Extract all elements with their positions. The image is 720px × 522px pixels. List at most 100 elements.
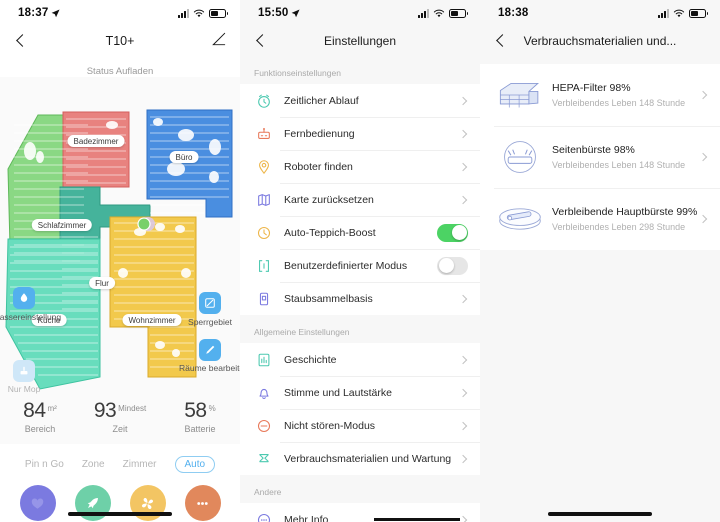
settings-row-mehr-info[interactable]: Mehr Info — [240, 503, 480, 522]
back-button[interactable] — [494, 34, 508, 48]
chart-history-icon — [254, 350, 274, 370]
bell-icon — [254, 383, 274, 403]
room-label[interactable]: Wohnzimmer — [122, 314, 182, 326]
charge-home-icon — [19, 485, 56, 521]
stat-unit: Mindest — [118, 403, 147, 413]
consumables-icon — [254, 449, 274, 469]
settings-row-roboter-finden[interactable]: Roboter finden — [240, 150, 480, 183]
stat-area: 84 m² Bereich — [0, 399, 80, 434]
settings-list-general: Geschichte Stimme und Lautstärke Nicht s… — [240, 343, 480, 475]
do-not-disturb-icon — [254, 416, 274, 436]
settings-row-label: Stimme und Lautstärke — [284, 386, 392, 399]
room-label[interactable]: Flur — [89, 277, 115, 289]
consumable-row-main-brush[interactable]: Verbleibende Hauptbürste 99% Verbleibend… — [480, 188, 720, 250]
status-bar-time-group: 18:38 — [498, 7, 528, 19]
cellular-bars-icon — [178, 8, 189, 18]
settings-list-function: Zeitlicher Ablauf Fernbedienung Roboter … — [240, 84, 480, 315]
stat-label: Bereich — [24, 424, 56, 434]
stat-unit: m² — [47, 403, 57, 413]
settings-row-label: Mehr Info — [284, 513, 329, 522]
settings-row-auto-teppich-boost[interactable]: Auto-Teppich-Boost — [240, 216, 480, 249]
status-bar-indicators — [658, 8, 708, 18]
main-brush-icon — [494, 205, 546, 233]
home-indicator[interactable] — [548, 512, 652, 516]
settings-row-fernbedienung[interactable]: Fernbedienung — [240, 117, 480, 150]
remote-control-icon — [254, 124, 274, 144]
status-bar-indicators — [418, 8, 468, 18]
side-brush-icon — [494, 137, 546, 177]
settings-row-label: Staubsammelbasis — [284, 292, 373, 305]
settings-row-label: Karte zurücksetzen — [284, 193, 374, 206]
action-mehr[interactable]: Mehr — [179, 485, 227, 522]
home-indicator[interactable] — [68, 512, 172, 516]
settings-row-benutzerdefinierter-modus[interactable]: Benutzerdefinierter Modus — [240, 249, 480, 282]
edit-pencil-icon[interactable] — [212, 32, 226, 51]
action-start[interactable]: Start — [69, 485, 117, 522]
more-dots-icon — [184, 485, 221, 521]
settings-row-label: Geschichte — [284, 353, 337, 366]
toggle-auto-carpet-boost[interactable] — [437, 223, 468, 242]
map-tool-caption: Sperrgebiet — [188, 317, 232, 327]
status-bar-time-group: 18:37 — [18, 7, 60, 19]
status-bar: 18:38 — [480, 0, 720, 26]
page-title: Verbrauchsmaterialien und... — [523, 34, 677, 48]
action-aufladen[interactable]: Aufladen — [14, 485, 62, 522]
cellular-bars-icon — [658, 8, 669, 18]
map-icon — [254, 190, 274, 210]
status-bar-time-group: 15:50 — [258, 7, 300, 19]
battery-icon — [449, 8, 468, 18]
stat-value: 93 — [93, 399, 117, 422]
consumable-text: Seitenbürste 98% Verbleibendes Leben 148… — [552, 144, 700, 170]
status-bar: 18:37 — [0, 0, 240, 26]
battery-icon — [209, 8, 228, 18]
mop-icon[interactable] — [13, 360, 35, 382]
settings-row-label: Roboter finden — [284, 160, 353, 173]
room-label[interactable]: Schlafzimmer — [31, 219, 93, 231]
back-button[interactable] — [254, 34, 268, 48]
consumable-row-side-brush[interactable]: Seitenbürste 98% Verbleibendes Leben 148… — [480, 126, 720, 188]
back-button[interactable] — [14, 34, 28, 48]
settings-row-nicht-stoeren-modus[interactable]: Nicht stören-Modus — [240, 409, 480, 442]
chevron-right-icon — [698, 214, 708, 224]
consumable-text: HEPA-Filter 98% Verbleibendes Leben 148 … — [552, 82, 700, 108]
water-drop-icon[interactable] — [13, 287, 35, 309]
map-canvas[interactable]: Schlafzimmer Badezimmer Büro Flur Küche … — [0, 77, 240, 395]
mode-tab-zone[interactable]: Zone — [82, 459, 105, 470]
pencil-icon[interactable] — [199, 339, 221, 361]
status-bar-indicators — [178, 8, 228, 18]
cellular-bars-icon — [418, 8, 429, 18]
wifi-icon — [193, 9, 205, 17]
room-label[interactable]: Büro — [169, 151, 199, 163]
consumable-row-hepa-filter[interactable]: HEPA-Filter 98% Verbleibendes Leben 148 … — [480, 64, 720, 126]
chevron-right-icon — [698, 90, 708, 100]
stat-unit: % — [208, 403, 216, 413]
settings-row-label: Verbrauchsmaterialien und Wartung — [284, 452, 452, 465]
settings-row-stimme-und-lautstaerke[interactable]: Stimme und Lautstärke — [240, 376, 480, 409]
settings-row-label: Benutzerdefinierter Modus — [284, 259, 408, 272]
nav-bar: Einstellungen — [240, 26, 480, 56]
settings-row-verbrauchsmaterialien-und-wartung[interactable]: Verbrauchsmaterialien und Wartung — [240, 442, 480, 475]
consumable-title: Verbleibende Hauptbürste 99% — [552, 206, 698, 218]
consumable-subtitle: Verbleibendes Leben 298 Stunde — [552, 222, 686, 232]
room-label[interactable]: Badezimmer — [67, 135, 125, 147]
settings-row-label: Fernbedienung — [284, 127, 355, 140]
mode-tab-zimmer[interactable]: Zimmer — [123, 459, 157, 470]
stat-time: 93 Mindest Zeit — [80, 399, 160, 434]
settings-row-label: Nicht stören-Modus — [284, 419, 376, 432]
chevron-right-icon — [458, 129, 468, 138]
mode-tab-auto[interactable]: Auto — [174, 456, 216, 473]
no-go-zone-icon[interactable] — [199, 292, 221, 314]
redaction-bar — [374, 518, 460, 521]
settings-row-zeitlicher-ablauf[interactable]: Zeitlicher Ablauf — [240, 84, 480, 117]
action-saugstufe[interactable]: Saugstufe — [124, 485, 172, 522]
toggle-custom-mode[interactable] — [437, 256, 468, 275]
settings-row-karte-zuruecksetzen[interactable]: Karte zurücksetzen — [240, 183, 480, 216]
more-info-icon — [254, 510, 274, 522]
chevron-right-icon — [458, 162, 468, 171]
settings-row-geschichte[interactable]: Geschichte — [240, 343, 480, 376]
chevron-right-icon — [458, 294, 468, 303]
mode-tab-pin-n-go[interactable]: Pin n Go — [25, 459, 64, 470]
stat-value: 58 — [184, 399, 207, 422]
settings-row-staubsammelbasis[interactable]: Staubsammelbasis — [240, 282, 480, 315]
consumable-title: Seitenbürste 98% — [552, 144, 635, 156]
